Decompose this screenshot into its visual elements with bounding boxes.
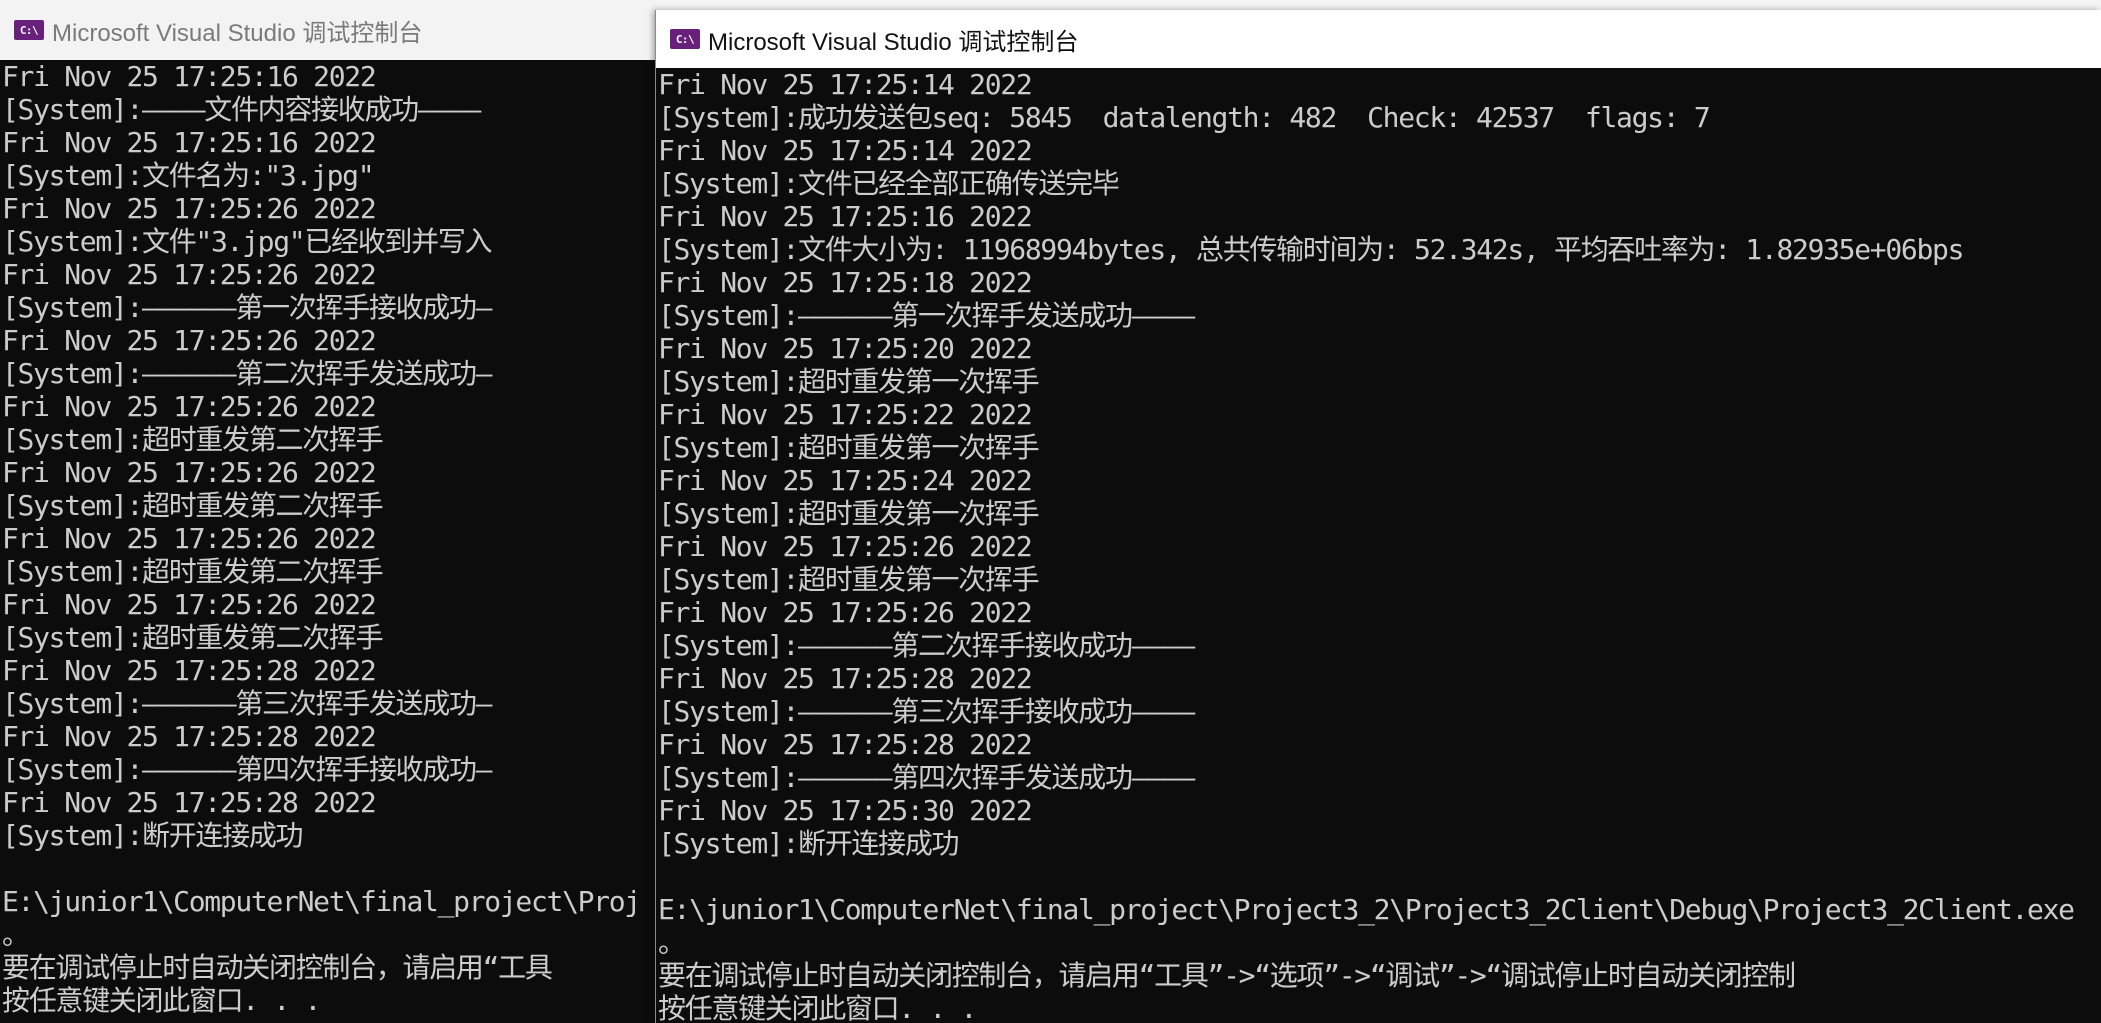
console-line: [System]:文件名为:"3.jpg" bbox=[2, 159, 375, 192]
left-window-titlebar[interactable]: C:\ Microsoft Visual Studio 调试控制台 bbox=[0, 0, 658, 60]
right-console-window[interactable]: C:\ Microsoft Visual Studio 调试控制台 Fri No… bbox=[655, 10, 2101, 1023]
console-line: [System]:——————第一次挥手发送成功———— bbox=[658, 299, 1195, 332]
console-line: [System]:超时重发第一次挥手 bbox=[658, 365, 1040, 398]
console-line: Fri Nov 25 17:25:28 2022 bbox=[658, 728, 1033, 761]
console-line: 要在调试停止时自动关闭控制台，请启用“工具 bbox=[2, 951, 553, 984]
console-line: Fri Nov 25 17:25:16 2022 bbox=[658, 200, 1033, 233]
console-line: Fri Nov 25 17:25:22 2022 bbox=[658, 398, 1033, 431]
console-line: Fri Nov 25 17:25:28 2022 bbox=[2, 720, 377, 753]
c-console-icon: C:\ bbox=[670, 29, 700, 49]
left-console-window[interactable]: C:\ Microsoft Visual Studio 调试控制台 Fri No… bbox=[0, 0, 658, 1023]
console-line: [System]:——————第三次挥手接收成功———— bbox=[658, 695, 1195, 728]
console-line: Fri Nov 25 17:25:28 2022 bbox=[2, 786, 377, 819]
console-line: 按任意键关闭此窗口. . . bbox=[658, 992, 977, 1023]
console-line: Fri Nov 25 17:25:14 2022 bbox=[658, 68, 1033, 101]
console-line: [System]:超时重发第二次挥手 bbox=[2, 423, 384, 456]
console-line: [System]:超时重发第一次挥手 bbox=[658, 563, 1040, 596]
console-line: 要在调试停止时自动关闭控制台，请启用“工具”->“选项”->“调试”->“调试停… bbox=[658, 959, 1796, 992]
console-line: Fri Nov 25 17:25:14 2022 bbox=[658, 134, 1033, 167]
console-line: Fri Nov 25 17:25:28 2022 bbox=[658, 662, 1033, 695]
console-line: Fri Nov 25 17:25:18 2022 bbox=[658, 266, 1033, 299]
console-line: Fri Nov 25 17:25:16 2022 bbox=[2, 126, 377, 159]
console-line: [System]:——————第四次挥手接收成功— bbox=[2, 753, 493, 786]
console-line: Fri Nov 25 17:25:26 2022 bbox=[2, 192, 377, 225]
console-line: Fri Nov 25 17:25:26 2022 bbox=[2, 456, 377, 489]
console-line: [System]:超时重发第一次挥手 bbox=[658, 497, 1040, 530]
console-line: Fri Nov 25 17:25:24 2022 bbox=[658, 464, 1033, 497]
console-line: Fri Nov 25 17:25:26 2022 bbox=[2, 588, 377, 621]
console-line: Fri Nov 25 17:25:28 2022 bbox=[2, 654, 377, 687]
console-output[interactable]: Fri Nov 25 17:25:16 2022 [System]:————文件内… bbox=[0, 60, 658, 1017]
console-line: [System]:断开连接成功 bbox=[658, 827, 960, 860]
console-line: Fri Nov 25 17:25:30 2022 bbox=[658, 794, 1033, 827]
console-line: 。 bbox=[658, 926, 686, 959]
console-line: [System]:超时重发第二次挥手 bbox=[2, 489, 384, 522]
console-line: Fri Nov 25 17:25:26 2022 bbox=[2, 522, 377, 555]
console-line: [System]:文件"3.jpg"已经收到并写入 bbox=[2, 225, 493, 258]
background-window-strip bbox=[655, 0, 2101, 10]
console-line: E:\junior1\ComputerNet\final_project\Pro… bbox=[2, 885, 641, 918]
console-line: 按任意键关闭此窗口. . . bbox=[2, 984, 321, 1017]
console-line: [System]:超时重发第二次挥手 bbox=[2, 555, 384, 588]
console-line: Fri Nov 25 17:25:16 2022 bbox=[2, 60, 377, 93]
console-line: [System]:——————第二次挥手发送成功— bbox=[2, 357, 493, 390]
c-console-icon: C:\ bbox=[14, 20, 44, 40]
console-line: [System]:文件已经全部正确传送完毕 bbox=[658, 167, 1120, 200]
console-line: Fri Nov 25 17:25:26 2022 bbox=[2, 390, 377, 423]
console-output[interactable]: Fri Nov 25 17:25:14 2022 [System]:成功发送包se… bbox=[656, 68, 2101, 1023]
console-line: [System]:——————第一次挥手接收成功— bbox=[2, 291, 493, 324]
console-line: [System]:——————第三次挥手发送成功— bbox=[2, 687, 493, 720]
console-line: E:\junior1\ComputerNet\final_project\Pro… bbox=[658, 893, 2075, 926]
console-line: [System]:超时重发第二次挥手 bbox=[2, 621, 384, 654]
console-line: [System]:————文件内容接收成功———— bbox=[2, 93, 481, 126]
console-line: 。 bbox=[2, 918, 30, 951]
window-title: Microsoft Visual Studio 调试控制台 bbox=[708, 28, 1079, 56]
console-line: [System]:超时重发第一次挥手 bbox=[658, 431, 1040, 464]
console-line: Fri Nov 25 17:25:20 2022 bbox=[658, 332, 1033, 365]
console-line: [System]:断开连接成功 bbox=[2, 819, 304, 852]
console-line: Fri Nov 25 17:25:26 2022 bbox=[2, 324, 377, 357]
console-line: [System]:文件大小为: 11968994bytes, 总共传输时间为: … bbox=[658, 233, 1964, 266]
console-line: [System]:——————第四次挥手发送成功———— bbox=[658, 761, 1195, 794]
console-line: [System]:——————第二次挥手接收成功———— bbox=[658, 629, 1195, 662]
right-window-titlebar[interactable]: C:\ Microsoft Visual Studio 调试控制台 bbox=[656, 10, 2101, 68]
console-line: Fri Nov 25 17:25:26 2022 bbox=[658, 530, 1033, 563]
console-line: [System]:成功发送包seq: 5845 datalength: 482 … bbox=[658, 101, 1711, 134]
window-title: Microsoft Visual Studio 调试控制台 bbox=[52, 19, 423, 47]
console-line: Fri Nov 25 17:25:26 2022 bbox=[658, 596, 1033, 629]
console-line: Fri Nov 25 17:25:26 2022 bbox=[2, 258, 377, 291]
